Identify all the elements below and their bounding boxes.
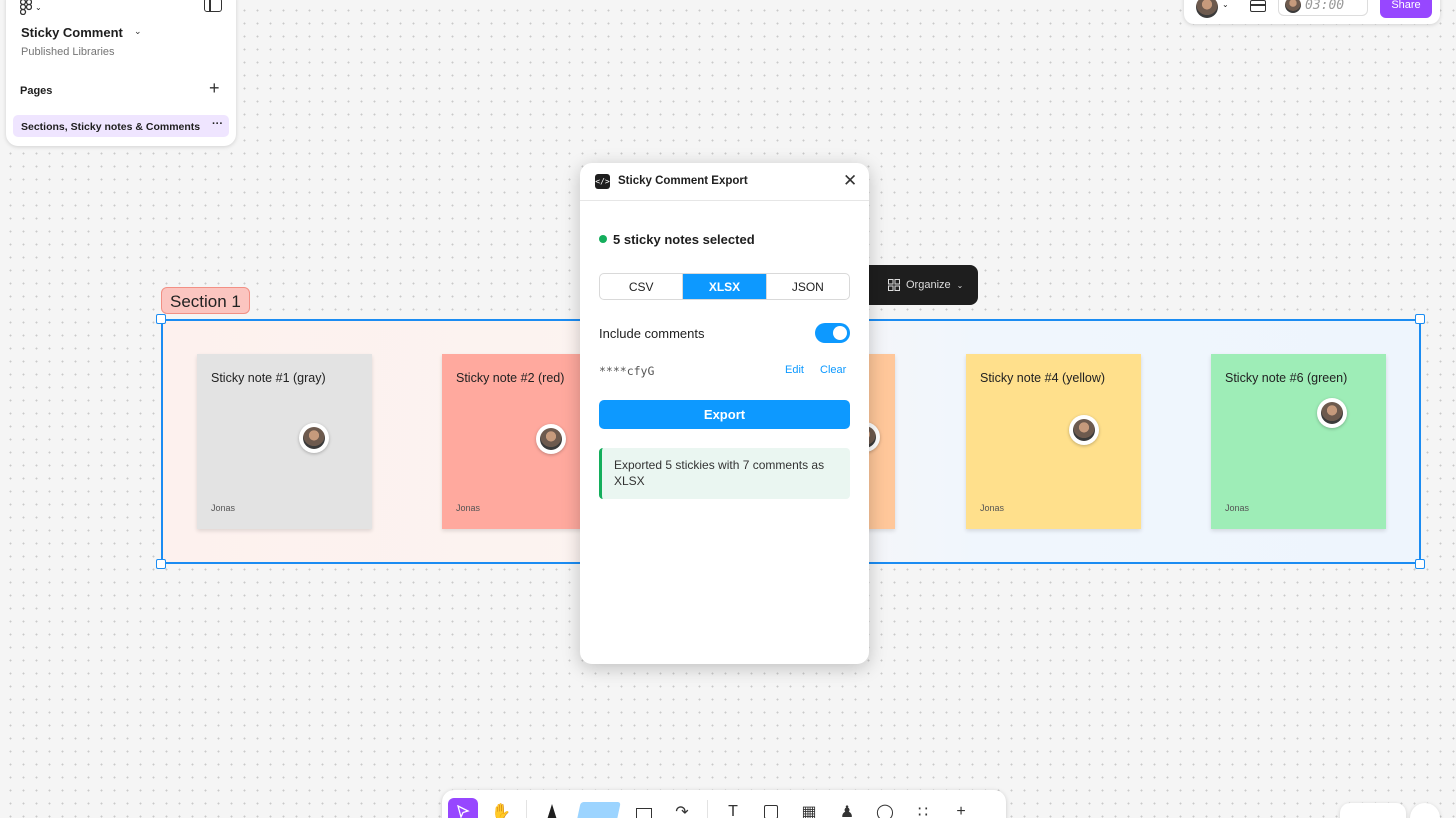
sticky-author: Jonas bbox=[456, 503, 481, 513]
avatar bbox=[1073, 419, 1095, 441]
shape-tool-icon[interactable] bbox=[629, 798, 659, 818]
share-button[interactable]: Share bbox=[1380, 0, 1432, 18]
dialog-title: Sticky Comment Export bbox=[618, 175, 748, 187]
format-json-button[interactable]: JSON bbox=[767, 274, 849, 299]
sticky-tool-icon[interactable] bbox=[575, 798, 621, 818]
connector-tool-icon[interactable]: ↷ bbox=[667, 798, 697, 818]
resize-handle-top-right[interactable] bbox=[1415, 314, 1425, 324]
resize-handle-top-left[interactable] bbox=[156, 314, 166, 324]
format-csv-button[interactable]: CSV bbox=[600, 274, 684, 299]
comment-avatar[interactable] bbox=[1069, 415, 1099, 445]
comment-avatar[interactable] bbox=[1317, 398, 1347, 428]
top-right-toolbar: ⌄ 03:00 Share bbox=[1184, 0, 1440, 24]
widgets-tool-icon[interactable]: ∷ bbox=[908, 798, 938, 818]
figma-logo-icon bbox=[20, 0, 32, 15]
toolbar-divider bbox=[526, 800, 527, 818]
text-tool-icon[interactable]: T bbox=[718, 798, 748, 818]
file-panel: ⌄ Sticky Comment ⌄ Published Libraries P… bbox=[6, 0, 236, 146]
sticky-note[interactable]: Sticky note #1 (gray) Jonas bbox=[197, 354, 372, 529]
timer[interactable]: 03:00 bbox=[1278, 0, 1368, 16]
marker-tool-icon[interactable] bbox=[537, 798, 567, 818]
include-comments-label: Include comments bbox=[599, 326, 705, 341]
move-tool-icon[interactable] bbox=[448, 798, 478, 818]
add-page-button[interactable]: + bbox=[209, 78, 220, 99]
page-item-sections[interactable]: Sections, Sticky notes & Comments ··· bbox=[13, 115, 229, 137]
sidebar-toggle-icon[interactable] bbox=[204, 0, 222, 12]
organize-button[interactable]: Organize ⌄ bbox=[858, 265, 978, 305]
sticky-title: Sticky note #4 (yellow) bbox=[980, 371, 1106, 385]
chevron-down-icon[interactable]: ⌄ bbox=[1222, 0, 1229, 9]
comment-avatar[interactable] bbox=[299, 423, 329, 453]
plugin-dialog: </> Sticky Comment Export ✕ 5 sticky not… bbox=[580, 163, 869, 664]
sticky-author: Jonas bbox=[980, 503, 1005, 513]
timer-value: 03:00 bbox=[1305, 0, 1345, 13]
chevron-down-icon: ⌄ bbox=[956, 280, 964, 290]
toolbar-divider bbox=[707, 800, 708, 818]
avatar bbox=[540, 428, 562, 450]
file-name[interactable]: Sticky Comment bbox=[21, 25, 123, 40]
avatar bbox=[303, 427, 325, 449]
section-tool-icon[interactable] bbox=[756, 798, 786, 818]
comment-avatar[interactable] bbox=[536, 424, 566, 454]
help-button[interactable] bbox=[1410, 803, 1440, 818]
zoom-controls[interactable] bbox=[1340, 803, 1406, 818]
sticky-title: Sticky note #2 (red) bbox=[456, 371, 565, 385]
sticky-note[interactable]: Sticky note #4 (yellow) Jonas bbox=[966, 354, 1141, 529]
sticky-title: Sticky note #1 (gray) bbox=[211, 371, 326, 385]
more-tool-icon[interactable]: + bbox=[946, 798, 976, 818]
pages-heading: Pages bbox=[20, 85, 53, 97]
chevron-down-icon: ⌄ bbox=[35, 2, 42, 12]
status-dot bbox=[599, 235, 607, 243]
chevron-down-icon[interactable]: ⌄ bbox=[134, 26, 142, 37]
format-selector: CSV XLSX JSON bbox=[599, 273, 850, 300]
sticky-title: Sticky note #6 (green) bbox=[1225, 371, 1348, 385]
api-token: ****cfyG bbox=[599, 364, 655, 378]
grid-icon bbox=[888, 279, 900, 291]
sticky-note[interactable]: Sticky note #6 (green) Jonas bbox=[1211, 354, 1386, 529]
user-avatar[interactable] bbox=[1196, 0, 1218, 18]
selection-status: 5 sticky notes selected bbox=[613, 232, 755, 247]
section-label[interactable]: Section 1 bbox=[161, 287, 250, 314]
table-tool-icon[interactable]: ▦ bbox=[794, 798, 824, 818]
close-icon[interactable]: ✕ bbox=[843, 171, 857, 191]
bottom-toolbar: ✋ ↷ T ▦ ♟ ◯ ∷ + bbox=[442, 790, 1006, 818]
comment-tool-icon[interactable]: ◯ bbox=[870, 798, 900, 818]
stamp-tool-icon[interactable]: ♟ bbox=[832, 798, 862, 818]
main-menu-button[interactable]: ⌄ bbox=[20, 0, 54, 15]
sticky-author: Jonas bbox=[1225, 503, 1250, 513]
resize-handle-bottom-left[interactable] bbox=[156, 559, 166, 569]
timer-avatar bbox=[1285, 0, 1301, 13]
export-result-message: Exported 5 stickies with 7 comments as X… bbox=[599, 448, 850, 499]
resize-handle-bottom-right[interactable] bbox=[1415, 559, 1425, 569]
more-options-icon[interactable]: ··· bbox=[212, 118, 223, 130]
page-item-label: Sections, Sticky notes & Comments bbox=[21, 121, 201, 133]
format-xlsx-button[interactable]: XLSX bbox=[683, 274, 767, 299]
export-button[interactable]: Export bbox=[599, 400, 850, 429]
edit-token-link[interactable]: Edit bbox=[785, 364, 804, 376]
sticky-author: Jonas bbox=[211, 503, 236, 513]
file-subtitle: Published Libraries bbox=[21, 46, 115, 58]
clear-token-link[interactable]: Clear bbox=[820, 364, 846, 376]
include-comments-toggle[interactable] bbox=[815, 323, 850, 343]
avatar bbox=[1321, 402, 1343, 424]
layout-icon[interactable] bbox=[1250, 0, 1266, 12]
organize-label: Organize bbox=[906, 279, 951, 291]
code-icon: </> bbox=[595, 174, 610, 189]
hand-tool-icon[interactable]: ✋ bbox=[486, 798, 516, 818]
dialog-header: </> Sticky Comment Export ✕ bbox=[580, 163, 869, 201]
